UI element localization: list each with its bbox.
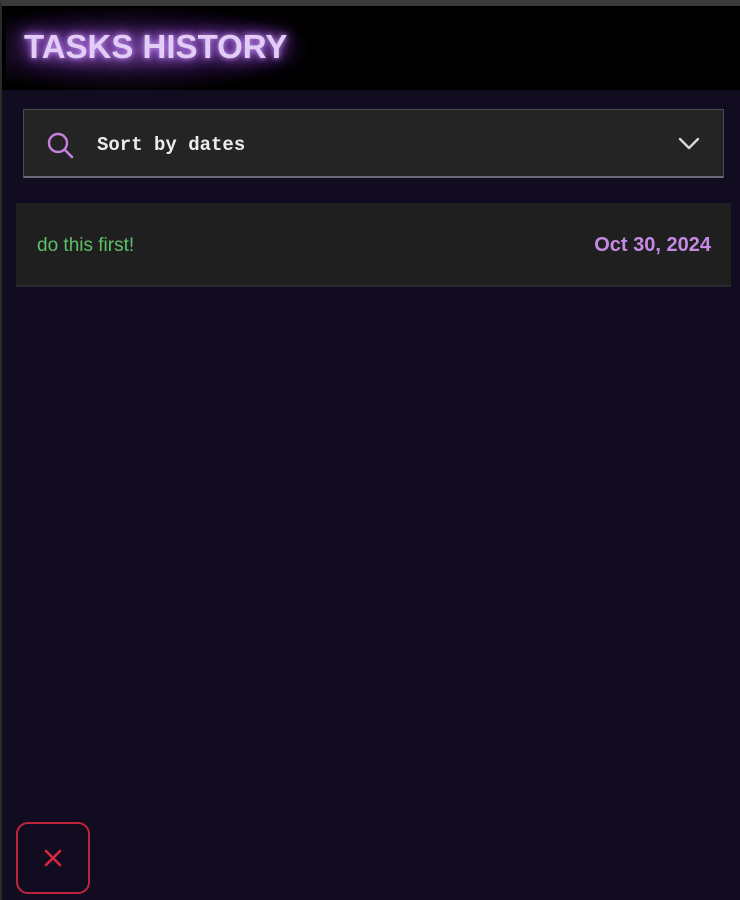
task-list-item[interactable]: do this first! Oct 30, 2024 <box>16 203 731 287</box>
search-icon <box>47 132 74 159</box>
header-bar: TASKS HISTORY <box>2 6 740 90</box>
sort-label: Sort by dates <box>97 134 246 156</box>
tasks-history-panel: TASKS HISTORY Sort by dates do this firs… <box>0 0 740 900</box>
page-title: TASKS HISTORY <box>24 28 288 65</box>
task-date: Oct 30, 2024 <box>594 234 711 256</box>
sort-dropdown[interactable]: Sort by dates <box>23 109 724 178</box>
close-button[interactable] <box>16 822 90 894</box>
task-name: do this first! <box>37 235 135 256</box>
chevron-down-icon[interactable] <box>677 134 701 154</box>
close-icon <box>44 849 62 867</box>
